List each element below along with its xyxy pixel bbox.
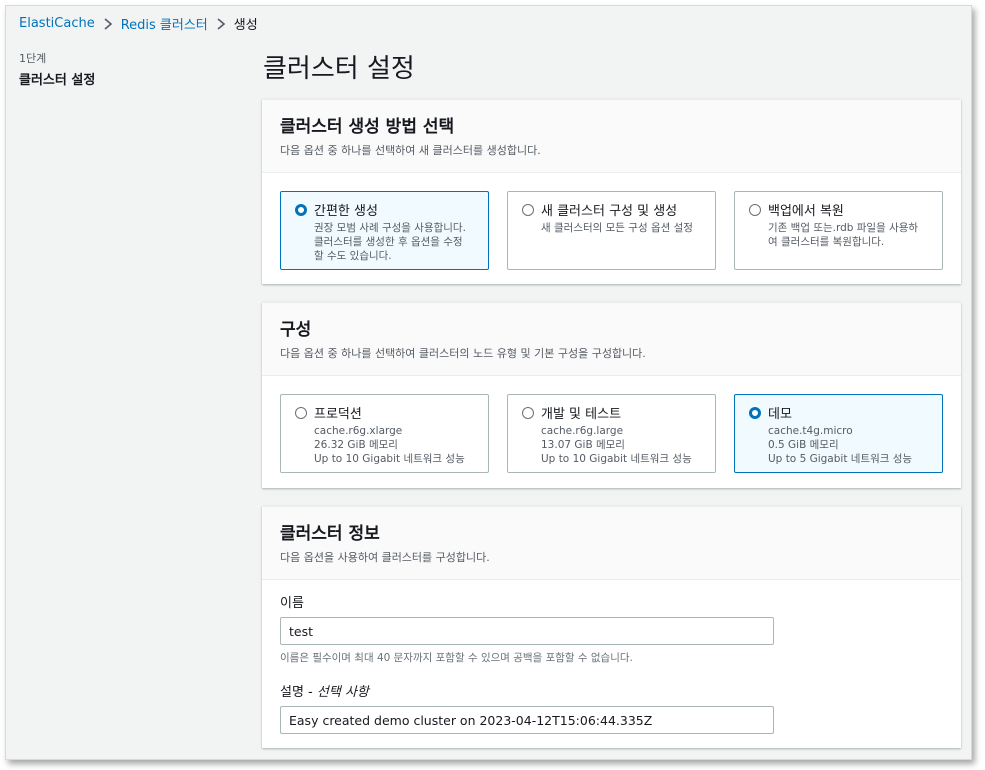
optional-tag: 선택 사항 [316, 685, 369, 700]
option-production[interactable]: 프로덕션 cache.r6g.xlarge 26.32 GiB 메모리 Up t… [280, 394, 489, 473]
option-desc-line: 권장 모범 사례 구성을 사용합니다. [314, 222, 466, 234]
option-title: 개발 및 테스트 [541, 407, 622, 422]
option-description: 새 클러스터의 모든 구성 옵션 설정 [541, 221, 705, 235]
option-desc-line: 클러스터를 생성한 후 옵션을 수정 [314, 236, 463, 248]
panel-header: 구성 다음 옵션 중 하나를 선택하여 클러스터의 노드 유형 및 기본 구성을… [262, 303, 961, 376]
panel-header: 클러스터 정보 다음 옵션을 사용하여 클러스터를 구성합니다. [262, 507, 961, 580]
option-restore-from-backup[interactable]: 백업에서 복원 기존 백업 또는.rdb 파일을 사용하 여 클러스터를 복원합… [734, 191, 943, 270]
option-desc-line: 새 클러스터의 모든 구성 옵션 설정 [541, 222, 693, 234]
option-demo[interactable]: 데모 cache.t4g.micro 0.5 GiB 메모리 Up to 5 G… [734, 394, 943, 473]
name-label: 이름 [280, 596, 304, 611]
option-desc-line: cache.r6g.xlarge [314, 425, 403, 437]
option-title: 새 클러스터 구성 및 생성 [541, 204, 678, 219]
breadcrumb-redis-clusters-link[interactable]: Redis 클러스터 [121, 14, 208, 33]
cluster-info-fields: 이름 이름은 필수이며 최대 40 문자까지 포함할 수 있으며 공백을 포함할… [262, 580, 961, 746]
radio-unselected-icon[interactable] [749, 204, 761, 216]
option-desc-line: cache.t4g.micro [768, 425, 853, 437]
chevron-right-icon [217, 17, 226, 30]
panel-title: 클러스터 정보 [280, 524, 380, 544]
chevron-right-icon [104, 17, 112, 30]
option-desc-line: Up to 10 Gigabit 네트워크 성능 [541, 453, 692, 465]
panel-title: 클러스터 생성 방법 선택 [280, 117, 455, 137]
option-title: 프로덕션 [314, 407, 362, 422]
option-desc-line: 여 클러스터를 복원합니다. [768, 236, 885, 248]
panel-title: 구성 [280, 320, 312, 340]
option-dev-test[interactable]: 개발 및 테스트 cache.r6g.large 13.07 GiB 메모리 U… [507, 394, 716, 473]
radio-selected-icon[interactable] [749, 407, 761, 419]
option-title: 간편한 생성 [314, 204, 378, 219]
page-title: 클러스터 설정 [263, 54, 415, 84]
option-description: 기존 백업 또는.rdb 파일을 사용하 여 클러스터를 복원합니다. [768, 221, 932, 249]
breadcrumb-elasticache-link[interactable]: ElastiCache [19, 16, 95, 31]
option-description: 권장 모범 사례 구성을 사용합니다. 클러스터를 생성한 후 옵션을 수정 할… [314, 221, 478, 263]
description-label: 설명 - 선택 사항 [280, 685, 369, 700]
option-desc-line: 13.07 GiB 메모리 [541, 439, 625, 451]
radio-unselected-icon[interactable] [295, 407, 307, 419]
step-name[interactable]: 클러스터 설정 [19, 69, 95, 88]
option-desc-line: Up to 5 Gigabit 네트워크 성능 [768, 453, 913, 465]
option-title: 백업에서 복원 [768, 204, 844, 219]
option-desc-line: Up to 10 Gigabit 네트워크 성능 [314, 453, 465, 465]
option-desc-line: 0.5 GiB 메모리 [768, 439, 839, 451]
description-label-text: 설명 [280, 685, 304, 700]
option-easy-create[interactable]: 간편한 생성 권장 모범 사례 구성을 사용합니다. 클러스터를 생성한 후 옵… [280, 191, 489, 270]
radio-selected-icon[interactable] [295, 204, 307, 216]
panel-header: 클러스터 생성 방법 선택 다음 옵션 중 하나를 선택하여 새 클러스터를 생… [262, 100, 961, 173]
option-desc-line: cache.r6g.large [541, 425, 624, 437]
radio-unselected-icon[interactable] [522, 204, 534, 216]
option-description: cache.r6g.xlarge 26.32 GiB 메모리 Up to 10 … [314, 424, 478, 466]
panel-description: 다음 옵션을 사용하여 클러스터를 구성합니다. [280, 551, 490, 564]
creation-method-options: 간편한 생성 권장 모범 사례 구성을 사용합니다. 클러스터를 생성한 후 옵… [262, 173, 961, 288]
name-input[interactable] [280, 617, 774, 645]
step-number: 1단계 [19, 52, 47, 65]
option-desc-line: 기존 백업 또는.rdb 파일을 사용하 [768, 222, 919, 234]
console-window: ElastiCache Redis 클러스터 생성 1단계 클러스터 설정 클러… [5, 5, 972, 760]
creation-method-panel: 클러스터 생성 방법 선택 다음 옵션 중 하나를 선택하여 새 클러스터를 생… [262, 99, 961, 284]
cluster-info-panel: 클러스터 정보 다음 옵션을 사용하여 클러스터를 구성합니다. 이름 이름은 … [262, 506, 961, 748]
name-hint: 이름은 필수이며 최대 40 문자까지 포함할 수 있으며 공백을 포함할 수 … [280, 652, 633, 664]
option-description: cache.r6g.large 13.07 GiB 메모리 Up to 10 G… [541, 424, 705, 466]
option-configure-new-cluster[interactable]: 새 클러스터 구성 및 생성 새 클러스터의 모든 구성 옵션 설정 [507, 191, 716, 270]
panel-description: 다음 옵션 중 하나를 선택하여 클러스터의 노드 유형 및 기본 구성을 구성… [280, 347, 646, 360]
option-title: 데모 [768, 407, 792, 422]
breadcrumb: ElastiCache Redis 클러스터 생성 [19, 14, 258, 33]
panel-description: 다음 옵션 중 하나를 선택하여 새 클러스터를 생성합니다. [280, 144, 541, 157]
description-input[interactable] [280, 706, 774, 734]
configuration-options: 프로덕션 cache.r6g.xlarge 26.32 GiB 메모리 Up t… [262, 376, 961, 491]
radio-unselected-icon[interactable] [522, 407, 534, 419]
configuration-panel: 구성 다음 옵션 중 하나를 선택하여 클러스터의 노드 유형 및 기본 구성을… [262, 302, 961, 488]
breadcrumb-current: 생성 [233, 18, 258, 33]
wizard-steps: 1단계 클러스터 설정 [19, 50, 95, 88]
option-description: cache.t4g.micro 0.5 GiB 메모리 Up to 5 Giga… [768, 424, 932, 466]
option-desc-line: 26.32 GiB 메모리 [314, 439, 398, 451]
option-desc-line: 할 수도 있습니다. [314, 250, 392, 262]
